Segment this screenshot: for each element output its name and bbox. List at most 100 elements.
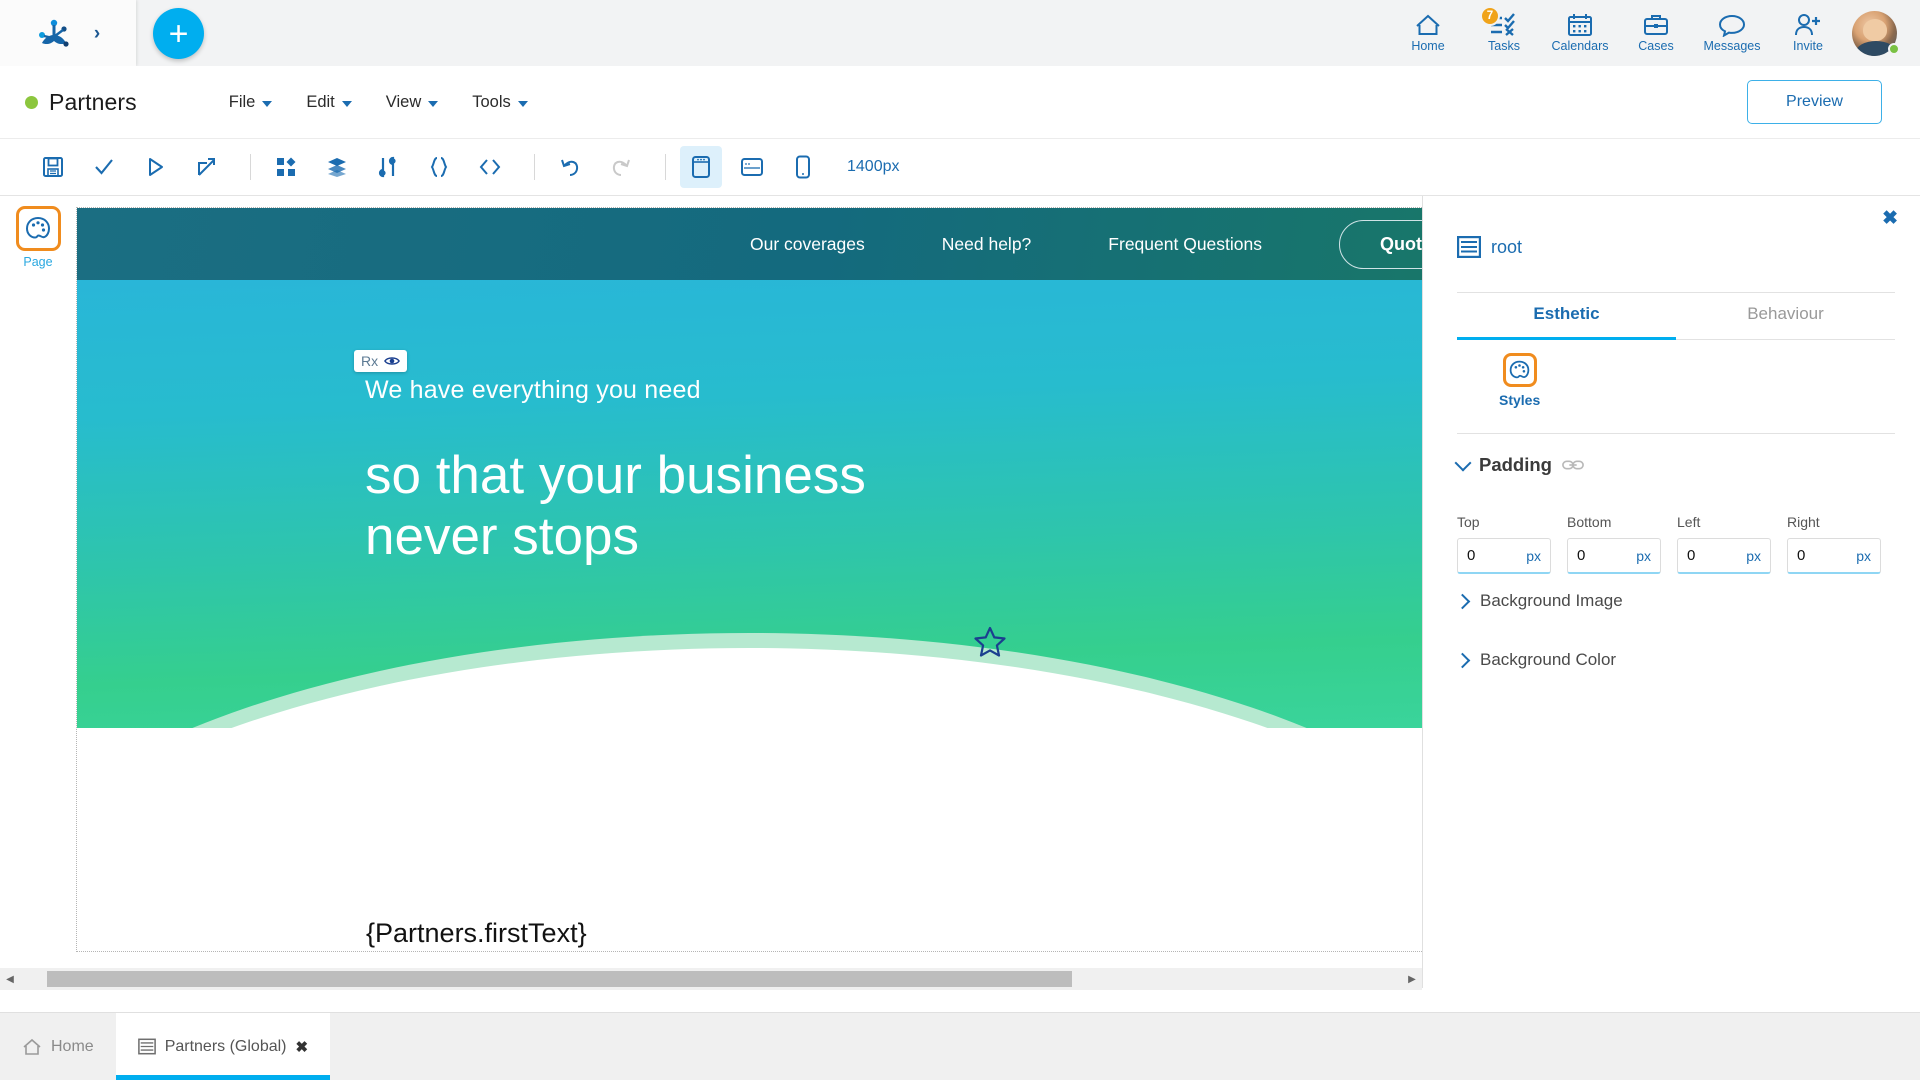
bottom-tab-bar: Home Partners (Global) ✖ [0,1012,1920,1080]
palette-icon [1502,353,1537,387]
padding-right-label: Right [1787,514,1820,530]
nav-item-home[interactable]: Home [1390,0,1466,66]
export-button[interactable] [185,146,227,188]
run-button[interactable] [134,146,176,188]
star-outline-icon[interactable] [973,626,1007,659]
padding-section-header[interactable]: Padding [1454,454,1584,476]
bottom-tab-label: Home [51,1037,94,1055]
chevron-down-icon [428,100,439,107]
menu-list: File Edit View Tools [229,93,528,112]
eye-icon[interactable] [384,355,401,367]
bindings-button[interactable] [367,146,409,188]
code-button[interactable] [469,146,511,188]
preview-button[interactable]: Preview [1747,80,1882,124]
chevron-down-icon [262,100,273,107]
nav-item-calendars[interactable]: Calendars [1542,0,1618,66]
menu-label: Edit [306,92,335,111]
menu-file[interactable]: File [229,93,273,112]
menu-tools[interactable]: Tools [472,93,528,112]
home-icon [1414,13,1442,37]
page-block-icon [137,1038,156,1055]
chevron-right-icon[interactable]: › [94,24,100,43]
nav-item-invite[interactable]: Invite [1770,0,1846,66]
variables-button[interactable] [418,146,460,188]
validate-button[interactable] [83,146,125,188]
site-navigation[interactable]: Our coverages Need help? Frequent Questi… [77,208,1422,280]
nav-item-messages[interactable]: Messages [1694,0,1770,66]
panel-divider [1457,433,1895,434]
padding-left-cell: Left 0 px [1677,514,1787,574]
logo-zone: › [0,0,136,66]
nav-item-cases[interactable]: Cases [1618,0,1694,66]
variable-second-text: {Partners.secondText} [366,951,630,952]
toolbar-divider [534,154,535,180]
menu-label: File [228,92,256,111]
padding-left-input[interactable]: 0 px [1677,538,1771,574]
padding-bottom-input[interactable]: 0 px [1567,538,1661,574]
tab-esthetic[interactable]: Esthetic [1457,304,1676,340]
site-nav-link-coverages[interactable]: Our coverages [750,234,865,255]
toolbar-divider [665,154,666,180]
hero-title[interactable]: so that your business never stops [365,445,866,568]
components-button[interactable] [265,146,307,188]
selected-element-header: root [1457,236,1522,258]
add-new-button[interactable]: + [153,8,204,59]
scroll-left-arrow-icon[interactable]: ◀ [0,974,20,985]
page-canvas[interactable]: Our coverages Need help? Frequent Questi… [76,196,1422,964]
rail-item-label: Page [23,255,53,269]
viewport-desktop-button[interactable] [680,146,722,188]
site-nav-link-faq[interactable]: Frequent Questions [1108,234,1262,255]
scroll-right-arrow-icon[interactable]: ▶ [1402,974,1422,985]
status-online-indicator [1888,43,1900,55]
chevron-down-icon [517,100,528,107]
accordion-background-color[interactable]: Background Color [1454,650,1617,670]
padding-left-value: 0 [1687,547,1696,564]
document-status-dot [25,95,38,109]
styles-button[interactable]: Styles [1499,353,1540,408]
menu-view[interactable]: View [386,93,439,112]
site-nav-link-help[interactable]: Need help? [942,234,1032,255]
hero-title-line-2: never stops [365,507,639,567]
padding-left-unit: px [1746,547,1761,564]
accordion-background-image[interactable]: Background Image [1454,591,1623,611]
padding-top-label: Top [1457,514,1480,530]
padding-fields: Top 0 px Bottom 0 px Left 0 px Right 0 p… [1457,514,1897,574]
person-add-icon [1794,13,1822,37]
viewport-width-label[interactable]: 1400px [847,158,900,176]
close-icon[interactable]: ✖ [1882,207,1898,230]
speech-bubble-icon [1718,13,1746,38]
bottom-tab-partners[interactable]: Partners (Global) ✖ [115,1013,331,1080]
redo-button [600,146,642,188]
viewport-mobile-button[interactable] [782,146,824,188]
quote-now-button[interactable]: Quote now [1339,219,1422,269]
tab-behaviour[interactable]: Behaviour [1676,304,1895,340]
layers-button[interactable] [316,146,358,188]
hero-subtitle[interactable]: We have everything you need [365,376,701,405]
padding-top-input[interactable]: 0 px [1457,538,1551,574]
padding-top-value: 0 [1467,547,1476,564]
bottom-tab-home[interactable]: Home [0,1013,116,1080]
padding-right-input[interactable]: 0 px [1787,538,1881,574]
close-icon[interactable]: ✖ [296,1038,309,1056]
nav-label: Invite [1793,39,1823,54]
avatar[interactable] [1846,0,1902,66]
padding-right-cell: Right 0 px [1787,514,1897,574]
crow-logo-icon[interactable] [36,15,72,51]
rail-item-page[interactable]: Page [0,196,76,269]
scrollbar-track[interactable] [20,968,1402,990]
accordion-label: Background Color [1480,650,1617,669]
viewport-tablet-button[interactable] [731,146,773,188]
bottom-tab-label: Partners (Global) [164,1037,287,1055]
chain-link-icon[interactable] [1562,459,1584,471]
save-button[interactable] [32,146,74,188]
padding-bottom-cell: Bottom 0 px [1567,514,1677,574]
menu-edit[interactable]: Edit [306,92,352,112]
scrollbar-thumb[interactable] [47,971,1072,987]
element-selection-badge[interactable]: Rx [354,350,408,372]
undo-button[interactable] [549,146,591,188]
global-top-bar: › + Home 7 Tasks Calendars Cases Message… [0,0,1920,66]
nav-item-tasks[interactable]: 7 Tasks [1466,0,1542,66]
variable-text-block[interactable]: {Partners.firstText} {Partners.secondTex… [366,916,630,952]
canvas-horizontal-scrollbar[interactable]: ◀ ▶ [0,968,1422,990]
chevron-down-icon [341,100,352,107]
